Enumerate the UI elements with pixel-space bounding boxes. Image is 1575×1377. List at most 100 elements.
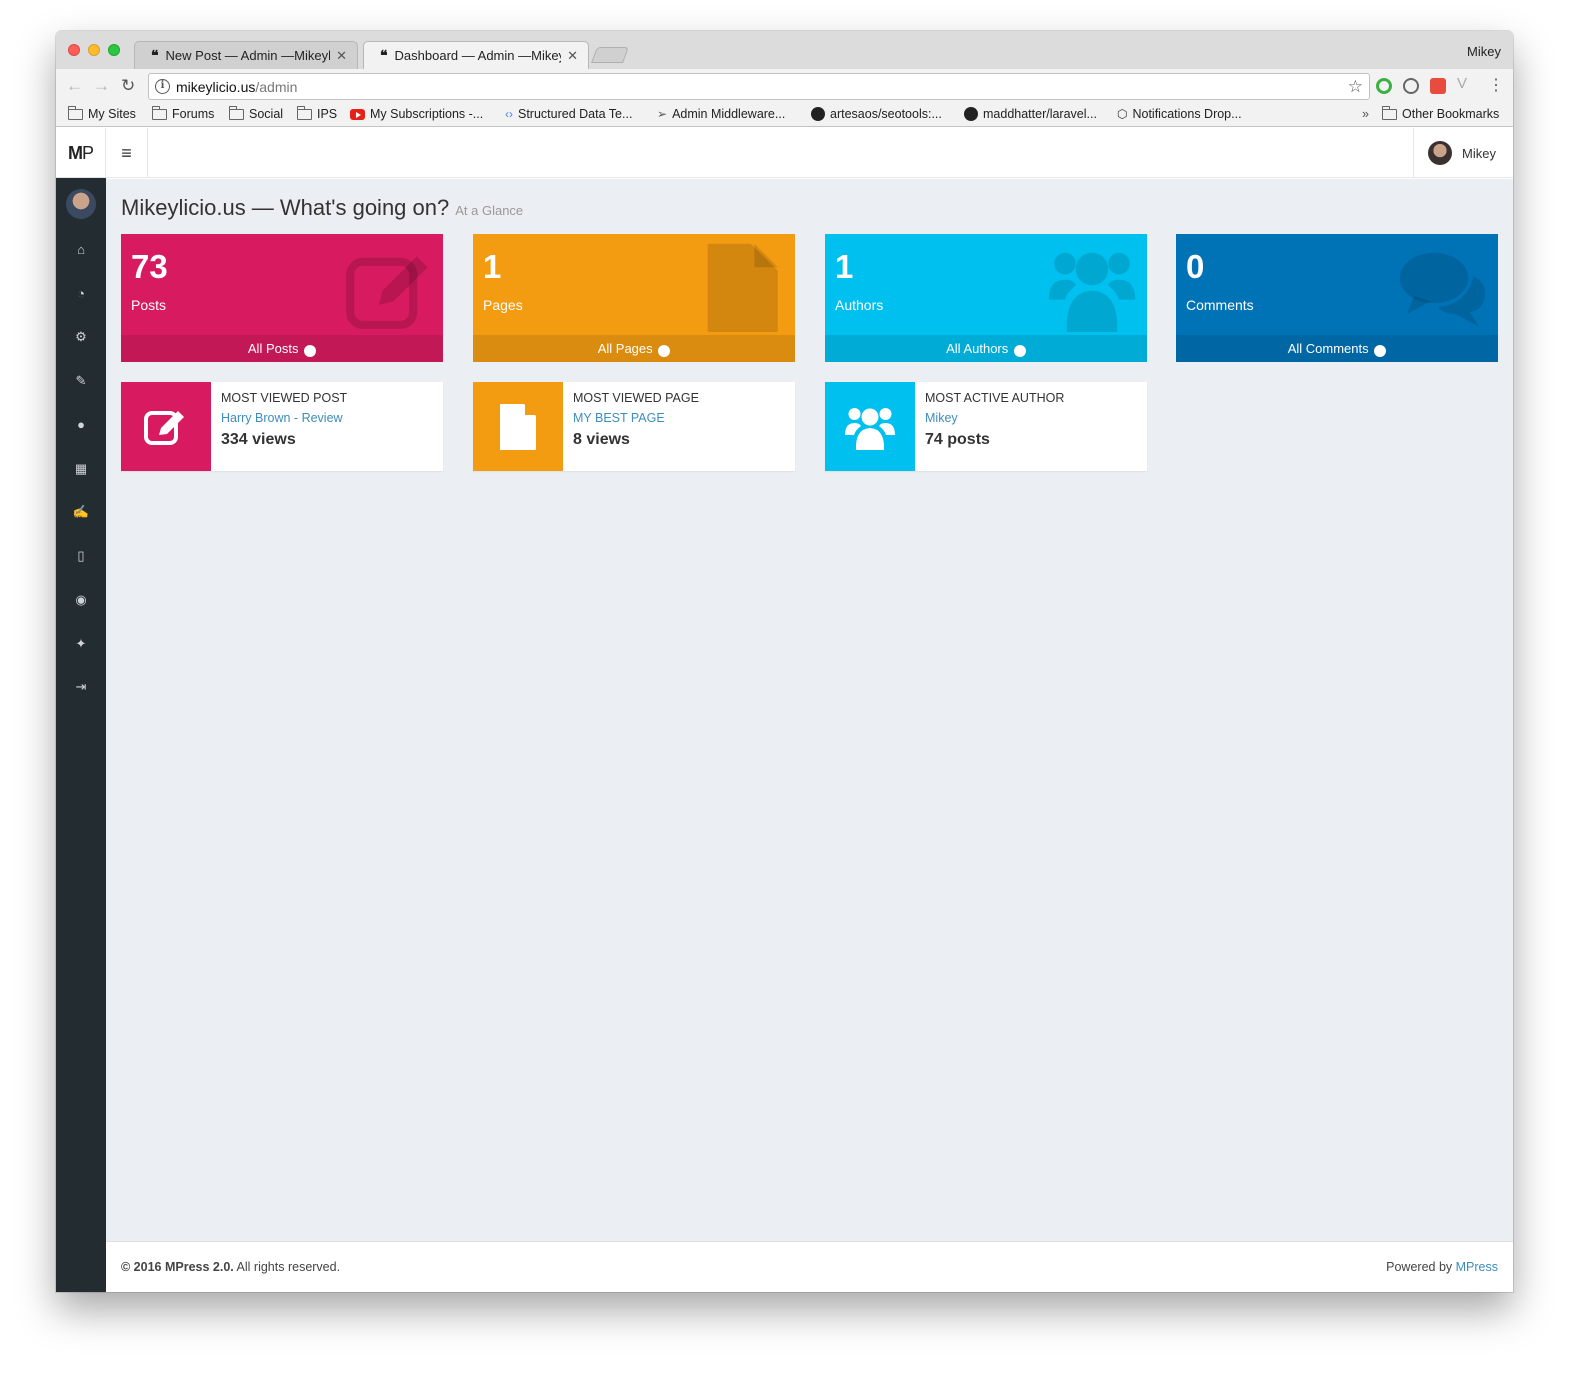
bookmark-admin-middleware[interactable]: ➢ Admin Middleware... bbox=[657, 107, 785, 121]
users-icon[interactable]: ● bbox=[56, 415, 106, 435]
powered-by-label: Powered by bbox=[1386, 1260, 1456, 1274]
stat-link-label: All Comments bbox=[1287, 341, 1369, 356]
logo-letter-m: M bbox=[67, 142, 83, 163]
info-box-icon-bg bbox=[825, 382, 915, 471]
reload-icon[interactable]: ↻ bbox=[121, 77, 135, 94]
browser-profile-name[interactable]: Mikey bbox=[1467, 44, 1501, 59]
all-comments-link[interactable]: All Comments → bbox=[1176, 335, 1498, 362]
menu-toggle-icon[interactable]: ≡ bbox=[106, 128, 148, 178]
users-icon bbox=[1048, 252, 1136, 332]
page-icon bbox=[707, 243, 778, 332]
back-icon[interactable]: ← bbox=[66, 77, 83, 94]
browser-window: ❝ New Post — Admin —Mikeylicio.us ✕ ❝ Da… bbox=[56, 31, 1513, 1292]
extension-sync-icon[interactable] bbox=[1403, 78, 1419, 94]
page-icon[interactable]: ▯ bbox=[56, 546, 106, 566]
url-host: mikeylicio.us bbox=[176, 79, 256, 95]
github-icon bbox=[964, 107, 978, 121]
bookmark-my-subscriptions[interactable]: My Subscriptions -... bbox=[350, 107, 483, 121]
extension-red-icon[interactable] bbox=[1430, 78, 1446, 94]
bookmark-star-icon[interactable]: ☆ bbox=[1348, 77, 1363, 97]
bookmark-label: maddhatter/laravel... bbox=[983, 107, 1097, 121]
home-icon[interactable]: ⌂ bbox=[56, 240, 106, 260]
bookmark-label: Other Bookmarks bbox=[1402, 107, 1500, 121]
stat-tile-authors: 1 Authors All Authors → bbox=[825, 234, 1147, 362]
page-title-text: Mikeylicio.us — What's going on? bbox=[121, 195, 450, 220]
send-icon: ➢ bbox=[657, 107, 668, 121]
close-window-button[interactable] bbox=[68, 44, 80, 56]
most-active-author-link[interactable]: Mikey bbox=[925, 411, 958, 425]
user-menu[interactable]: Mikey bbox=[1413, 128, 1513, 178]
close-tab-icon[interactable]: ✕ bbox=[567, 48, 578, 64]
bookmark-my-sites[interactable]: My Sites bbox=[68, 105, 136, 121]
info-box-title: MOST ACTIVE AUTHOR bbox=[925, 391, 1065, 405]
stat-label: Posts bbox=[131, 297, 167, 313]
app-header: MP ≡ Mikey bbox=[56, 128, 1513, 178]
bookmark-forums[interactable]: Forums bbox=[152, 105, 215, 121]
bookmark-other-bookmarks[interactable]: Other Bookmarks bbox=[1382, 105, 1500, 121]
bookmarks-bar: My Sites Forums Social IPS My Subscripti… bbox=[56, 103, 1513, 127]
edit-icon[interactable]: ✍ bbox=[56, 502, 106, 522]
comments-icon[interactable]: ◉ bbox=[56, 590, 106, 610]
edit-icon bbox=[346, 256, 428, 329]
site-info-icon[interactable]: i bbox=[155, 79, 170, 94]
bookmark-label: artesaos/seotools:... bbox=[830, 107, 942, 121]
bookmark-notifications-drop[interactable]: ⬡ Notifications Drop... bbox=[1117, 107, 1242, 121]
bookmark-artesaos-seotools[interactable]: artesaos/seotools:... bbox=[811, 107, 942, 121]
most-viewed-page-link[interactable]: MY BEST PAGE bbox=[573, 411, 665, 425]
brush-icon[interactable]: ✎ bbox=[56, 371, 106, 391]
browser-tab-new-post[interactable]: ❝ New Post — Admin —Mikeylicio.us ✕ bbox=[134, 41, 358, 69]
minimize-window-button[interactable] bbox=[88, 44, 100, 56]
dashboard-icon[interactable]: ◔ bbox=[56, 284, 106, 304]
bookmark-ips[interactable]: IPS bbox=[297, 105, 337, 121]
bookmark-label: Forums bbox=[172, 107, 215, 121]
all-pages-link[interactable]: All Pages → bbox=[473, 335, 795, 362]
bookmark-label: Notifications Drop... bbox=[1132, 107, 1242, 121]
browser-toolbar: ← → ↻ i mikeylicio.us/admin ☆ V ⋮ bbox=[56, 69, 1513, 103]
bookmark-maddhatter-laravel[interactable]: maddhatter/laravel... bbox=[964, 107, 1097, 121]
page-subtitle: At a Glance bbox=[455, 203, 524, 218]
all-authors-link[interactable]: All Authors → bbox=[825, 335, 1147, 362]
apps-grid-icon[interactable]: ▦ bbox=[56, 459, 106, 479]
extension-green-icon[interactable] bbox=[1376, 78, 1392, 94]
stat-link-label: All Posts bbox=[247, 341, 299, 356]
address-bar[interactable]: i mikeylicio.us/admin ☆ bbox=[148, 73, 1370, 100]
most-active-author-box: MOST ACTIVE AUTHOR Mikey 74 posts bbox=[825, 382, 1147, 471]
rights-text: All rights reserved. bbox=[233, 1260, 341, 1274]
stat-label: Authors bbox=[835, 297, 884, 313]
browser-menu-icon[interactable]: ⋮ bbox=[1488, 75, 1504, 94]
page-icon bbox=[500, 403, 536, 450]
browser-tab-dashboard[interactable]: ❝ Dashboard — Admin —Mikeylicio.us ✕ bbox=[363, 41, 589, 69]
bookmark-social[interactable]: Social bbox=[229, 105, 283, 121]
folder-icon bbox=[297, 105, 312, 120]
bookmark-structured-data[interactable]: ‹› Structured Data Te... bbox=[505, 107, 632, 121]
footer-copyright: © 2016 MPress 2.0. All rights reserved. bbox=[121, 1260, 340, 1274]
bookmarks-overflow-icon[interactable]: » bbox=[1362, 107, 1369, 121]
bookmark-label: My Subscriptions -... bbox=[370, 107, 484, 121]
stat-value: 1 bbox=[835, 248, 854, 285]
zoom-window-button[interactable] bbox=[108, 44, 120, 56]
app-logo[interactable]: MP bbox=[56, 128, 106, 178]
settings-icon[interactable]: ⚙ bbox=[56, 327, 106, 347]
forward-icon[interactable]: → bbox=[93, 77, 110, 94]
most-viewed-post-link[interactable]: Harry Brown - Review bbox=[221, 411, 343, 425]
url-path: /admin bbox=[255, 79, 298, 95]
bookmark-label: Structured Data Te... bbox=[518, 107, 633, 121]
google-icon: ‹› bbox=[505, 107, 513, 121]
info-box-icon-bg bbox=[121, 382, 211, 471]
info-box-icon-bg bbox=[473, 382, 563, 471]
all-posts-link[interactable]: All Posts → bbox=[121, 335, 443, 362]
close-tab-icon[interactable]: ✕ bbox=[336, 48, 347, 64]
address-url[interactable]: mikeylicio.us/admin bbox=[176, 79, 297, 95]
page-title: Mikeylicio.us — What's going on? At a Gla… bbox=[121, 195, 523, 221]
bookmark-label: My Sites bbox=[88, 107, 136, 121]
avatar bbox=[1428, 141, 1452, 165]
extension-v-icon[interactable]: V bbox=[1457, 75, 1473, 92]
wrench-icon[interactable]: ✦ bbox=[56, 634, 106, 654]
new-tab-button[interactable] bbox=[591, 47, 629, 63]
logout-icon[interactable]: ⇥ bbox=[56, 677, 106, 697]
sidebar-avatar[interactable] bbox=[66, 189, 96, 219]
mpress-link[interactable]: MPress bbox=[1456, 1260, 1498, 1274]
folder-icon bbox=[1382, 105, 1397, 120]
info-box-value: 74 posts bbox=[925, 431, 990, 448]
users-icon bbox=[845, 407, 895, 450]
